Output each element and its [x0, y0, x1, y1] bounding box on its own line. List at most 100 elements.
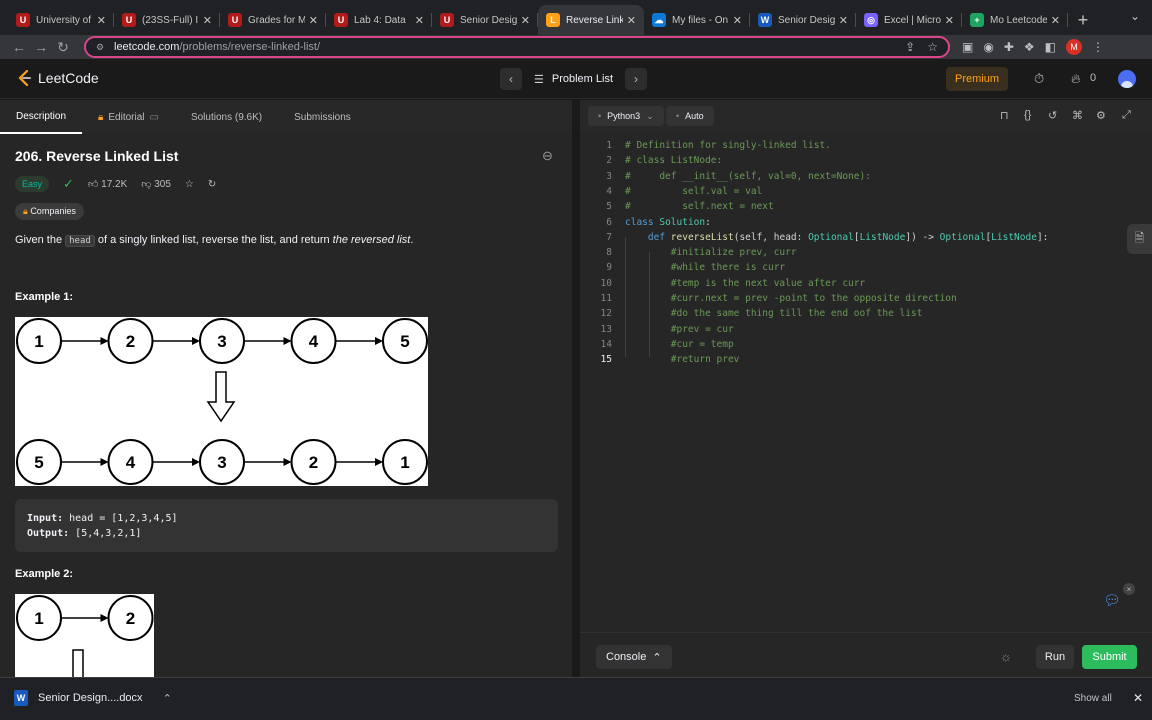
close-tab-icon[interactable]: ✕: [521, 14, 530, 27]
debugger-bug-icon[interactable]: ☼: [1000, 649, 1012, 664]
new-tab-icon[interactable]: +: [1068, 5, 1098, 35]
tab-editorial[interactable]: 🔒︎ Editorial ▭: [82, 100, 175, 134]
side-panel-icon[interactable]: ◧: [1045, 40, 1056, 54]
feedback-chat-icon[interactable]: 💬︎: [1103, 592, 1121, 609]
code-line[interactable]: 9 #while there is curr: [580, 260, 1152, 275]
chevron-up-icon[interactable]: ⌃: [163, 692, 172, 705]
language-select[interactable]: • Python3 ⌄: [588, 106, 664, 126]
browser-tab[interactable]: U (23SS-Full) I ✕: [114, 5, 220, 35]
next-problem-button[interactable]: ›: [625, 68, 648, 90]
close-tab-icon[interactable]: ✕: [945, 14, 954, 27]
browser-tab[interactable]: + Mo Leetcode ✕: [962, 5, 1068, 35]
shortcut-icon[interactable]: ⌘: [1072, 109, 1083, 122]
extension-icon[interactable]: ◉: [983, 40, 993, 54]
browser-tab[interactable]: ☁ My files - On ✕: [644, 5, 750, 35]
reset-icon[interactable]: ↺: [1048, 109, 1057, 122]
settings-gear-icon[interactable]: ⚙: [1096, 109, 1106, 122]
timer-icon[interactable]: ⏱: [1034, 71, 1044, 87]
problem-list-button[interactable]: ☰ Problem List: [534, 73, 613, 86]
forward-icon[interactable]: →: [30, 39, 52, 55]
extension-icon[interactable]: ❖: [1024, 40, 1035, 54]
panel-resize-handle[interactable]: [572, 100, 580, 677]
close-tab-icon[interactable]: ✕: [627, 14, 636, 27]
chevron-down-icon: ⌄: [646, 110, 654, 121]
dislike-button[interactable]: 👎︎ 305: [141, 178, 171, 190]
line-number: 10: [600, 277, 612, 289]
streak-fire-icon[interactable]: 🔥︎: [1071, 71, 1081, 87]
code-line[interactable]: 1 # Definition for singly-linked list.: [580, 138, 1152, 153]
code-line[interactable]: 11 #curr.next = prev -point to the oppos…: [580, 291, 1152, 306]
close-tab-icon[interactable]: ✕: [309, 14, 318, 27]
browser-tab[interactable]: U University of ✕: [8, 5, 114, 35]
like-button[interactable]: 👍︎ 17.2K: [88, 178, 127, 190]
bookmark-star-icon[interactable]: ☆: [927, 40, 938, 54]
close-tab-icon[interactable]: ✕: [733, 14, 742, 27]
code-line[interactable]: 13 #prev = cur: [580, 322, 1152, 337]
code-line[interactable]: 6 class Solution:: [580, 215, 1152, 230]
user-avatar[interactable]: [1118, 70, 1136, 88]
browser-tab[interactable]: W Senior Desig ✕: [750, 5, 856, 35]
companies-tag[interactable]: 🔒︎ Companies: [15, 203, 84, 220]
premium-button[interactable]: Premium: [946, 67, 1008, 91]
browser-tab[interactable]: ◎ Excel | Micro ✕: [856, 5, 962, 35]
submit-button[interactable]: Submit: [1082, 645, 1137, 669]
back-icon[interactable]: ←: [8, 39, 30, 55]
language-label: Python3: [607, 111, 641, 121]
site-info-icon[interactable]: ⚙: [96, 42, 106, 52]
auto-mode-button[interactable]: • Auto: [666, 106, 714, 126]
download-item[interactable]: W Senior Design....docx ⌃: [14, 690, 172, 706]
browser-tab[interactable]: L Reverse Link ✕: [538, 5, 644, 35]
tab-favicon-icon: ☁: [652, 13, 666, 27]
close-tab-icon[interactable]: ✕: [1051, 14, 1060, 27]
expand-icon[interactable]: ⤢: [1122, 109, 1131, 122]
leetcode-logo[interactable]: LeetCode: [18, 70, 99, 86]
down-arrow-icon: [206, 371, 236, 423]
reload-icon[interactable]: ↻: [52, 39, 74, 56]
code-line[interactable]: 8 #initialize prev, curr: [580, 245, 1152, 260]
favorite-star-icon[interactable]: ☆: [185, 179, 194, 190]
line-number: 5: [606, 201, 612, 213]
tab-search-chevron-icon[interactable]: ⌄: [1130, 9, 1140, 23]
close-icon[interactable]: ×: [1123, 583, 1135, 595]
code-line[interactable]: 15 #return prev: [580, 352, 1152, 367]
node-value: 5: [34, 453, 43, 472]
notes-side-icon[interactable]: 🗎︎: [1127, 224, 1152, 254]
profile-avatar[interactable]: M: [1066, 39, 1082, 55]
close-tab-icon[interactable]: ✕: [839, 14, 848, 27]
menu-kebab-icon[interactable]: ⋮: [1092, 40, 1104, 54]
show-all-downloads-button[interactable]: Show all: [1074, 693, 1112, 704]
address-bar[interactable]: ⚙ leetcode.com/problems/reverse-linked-l…: [84, 36, 950, 58]
code-line[interactable]: 5 # self.next = next: [580, 199, 1152, 214]
close-tab-icon[interactable]: ✕: [415, 14, 424, 27]
tab-solutions[interactable]: Solutions (9.6K): [175, 100, 278, 134]
run-button[interactable]: Run: [1036, 645, 1074, 669]
console-button[interactable]: Console ⌃: [596, 645, 672, 669]
share-icon[interactable]: ↻: [208, 179, 216, 190]
tab-submissions[interactable]: Submissions: [278, 100, 367, 134]
browser-tab[interactable]: U Grades for M ✕: [220, 5, 326, 35]
prev-problem-button[interactable]: ‹: [500, 68, 522, 90]
format-braces-icon[interactable]: {}: [1024, 109, 1031, 121]
puzzle-icon[interactable]: ✚: [1004, 40, 1014, 54]
code-line[interactable]: 4 # self.val = val: [580, 184, 1152, 199]
node-value: 2: [126, 332, 135, 351]
code-line[interactable]: 12 #do the same thing till the end oof t…: [580, 306, 1152, 321]
code-line[interactable]: 7 def reverseList(self, head: Optional[L…: [580, 230, 1152, 245]
code-text: def reverseList(self, head: Optional[Lis…: [647, 231, 1049, 243]
bookmark-icon[interactable]: ⊓: [1000, 109, 1009, 122]
browser-tab[interactable]: U Lab 4: Data ✕: [326, 5, 432, 35]
code-editor[interactable]: 1 # Definition for singly-linked list. 2 # …: [580, 132, 1152, 632]
code-line[interactable]: 14 #cur = temp: [580, 337, 1152, 352]
close-tab-icon[interactable]: ✕: [97, 14, 106, 27]
browser-tab[interactable]: U Senior Desig ✕: [432, 5, 538, 35]
extension-icon[interactable]: ▣: [962, 40, 973, 54]
code-line[interactable]: 3 # def __init__(self, val=0, next=None):: [580, 169, 1152, 184]
close-icon[interactable]: ✕: [1133, 691, 1143, 705]
tab-title: Grades for M: [248, 14, 305, 26]
close-tab-icon[interactable]: ✕: [203, 14, 212, 27]
code-line[interactable]: 2 # class ListNode:: [580, 153, 1152, 168]
share-icon[interactable]: ⇪: [905, 40, 915, 54]
code-line[interactable]: 10 #temp is the next value after curr: [580, 276, 1152, 291]
tab-description[interactable]: Description: [0, 100, 83, 134]
info-icon[interactable]: ⊖: [542, 148, 553, 164]
